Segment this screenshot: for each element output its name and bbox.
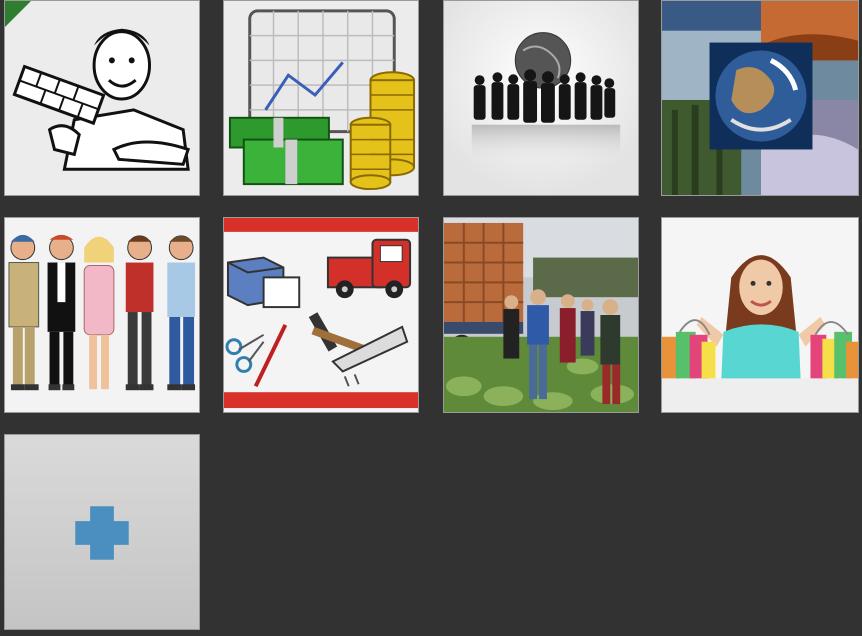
image-tile-tools-supplies[interactable] xyxy=(223,217,419,413)
earth-collage-icon xyxy=(662,1,858,195)
image-tile-workers[interactable] xyxy=(4,217,200,413)
chart-with-money-icon xyxy=(224,1,418,195)
business-people-globe-icon xyxy=(444,1,638,195)
image-tile-farm-crowd[interactable] xyxy=(443,217,639,413)
plus-icon xyxy=(75,506,129,560)
add-image-button[interactable] xyxy=(4,434,200,630)
image-tile-shopping-woman[interactable] xyxy=(661,217,859,413)
image-grid xyxy=(0,0,862,636)
image-tile-salesman[interactable] xyxy=(4,0,200,196)
farm-crowd-truck-icon xyxy=(444,218,638,412)
tools-supplies-icon xyxy=(224,218,418,412)
image-tile-earth-collage[interactable] xyxy=(661,0,859,196)
shopping-woman-icon xyxy=(662,218,858,412)
image-tile-chart-money[interactable] xyxy=(223,0,419,196)
salesman-with-bricks-icon xyxy=(5,1,199,195)
workers-group-icon xyxy=(5,218,199,412)
image-tile-business-people[interactable] xyxy=(443,0,639,196)
selected-corner-marker xyxy=(5,1,31,27)
